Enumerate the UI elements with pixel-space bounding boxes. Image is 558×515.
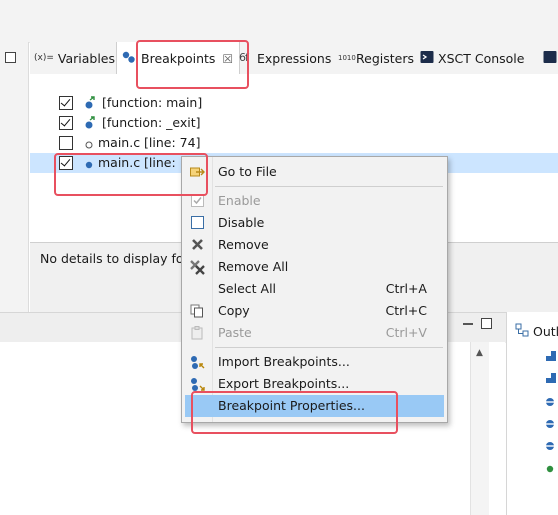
annotation-highlight-breakpoint-row xyxy=(54,153,208,196)
annotation-highlight-breakpoints-tab xyxy=(136,40,249,89)
minimize-icon[interactable] xyxy=(463,323,473,325)
menu-item-shortcut: Ctrl+C xyxy=(385,303,427,318)
breakpoints-icon xyxy=(121,50,137,67)
tab-xsct-console[interactable]: XSCT Console xyxy=(420,42,524,74)
import-icon xyxy=(190,355,205,369)
console-icon xyxy=(543,50,557,67)
menu-item-label: Export Breakpoints... xyxy=(218,376,350,391)
include-icon xyxy=(545,372,557,387)
context-menu: Go to File Enable Disable Remove Remove … xyxy=(181,156,448,423)
registers-icon: 1010 xyxy=(338,53,356,62)
maximize-icon[interactable] xyxy=(481,318,492,329)
breakpoint-label: [function: main] xyxy=(102,95,203,110)
tab-label: Expressions xyxy=(257,50,332,66)
menu-item-remove-all[interactable]: Remove All xyxy=(182,256,447,278)
menu-separator xyxy=(215,186,443,187)
variable-icon xyxy=(545,439,555,454)
menu-item-select-all[interactable]: Select All Ctrl+A xyxy=(182,278,447,300)
tab-expressions[interactable]: 6f Expressions xyxy=(239,42,331,74)
remove-all-icon xyxy=(190,260,205,275)
menu-item-shortcut: Ctrl+A xyxy=(385,281,427,296)
breakpoint-label: [function: _exit] xyxy=(102,115,201,130)
menu-item-label: Remove All xyxy=(218,259,289,274)
tab-label: Variables xyxy=(57,50,116,66)
outline-label: Outl xyxy=(533,324,558,339)
disabled-line-breakpoint-icon xyxy=(82,136,96,150)
menu-item-label: Import Breakpoints... xyxy=(218,354,350,369)
menu-item-go-to-file[interactable]: Go to File xyxy=(182,161,447,183)
scroll-up-icon[interactable]: ▲ xyxy=(476,348,483,358)
annotation-highlight-properties-item xyxy=(191,391,398,434)
menu-separator xyxy=(215,347,443,348)
list-item[interactable]: [function: main] xyxy=(30,93,558,113)
function-breakpoint-icon xyxy=(83,116,97,130)
disable-box-icon xyxy=(190,216,204,230)
console-icon xyxy=(420,50,434,67)
top-toolbar-strip xyxy=(0,0,558,43)
enabled-checkbox[interactable] xyxy=(59,96,73,110)
outline-tab[interactable]: Outl xyxy=(515,323,558,340)
menu-item-label: Paste xyxy=(218,325,252,340)
variable-icon xyxy=(545,417,555,432)
menu-item-shortcut: Ctrl+V xyxy=(385,325,427,340)
details-text: No details to display for xyxy=(40,251,189,266)
menu-item-remove[interactable]: Remove xyxy=(182,234,447,256)
outline-view: Outl xyxy=(506,312,558,515)
menu-item-enable[interactable]: Enable xyxy=(182,190,447,212)
remove-icon xyxy=(190,238,204,252)
tab-variables[interactable]: (x)= Variables xyxy=(34,42,115,74)
enabled-checkbox[interactable] xyxy=(59,136,73,150)
paste-icon xyxy=(190,326,204,340)
enable-check-icon xyxy=(190,194,204,208)
left-panel xyxy=(0,42,29,312)
list-item[interactable]: [function: _exit] xyxy=(30,113,558,133)
breakpoint-label: main.c [line: 74] xyxy=(98,135,201,150)
tab-registers[interactable]: 1010 Registers xyxy=(338,42,414,74)
menu-item-label: Enable xyxy=(218,193,261,208)
list-item[interactable]: main.c [line: 74] xyxy=(30,133,558,153)
tab-error-log[interactable]: Er xyxy=(543,42,558,74)
enabled-checkbox[interactable] xyxy=(59,116,73,130)
maximize-icon[interactable] xyxy=(5,52,16,63)
tab-label: Registers xyxy=(356,50,414,66)
menu-item-import-breakpoints[interactable]: Import Breakpoints... xyxy=(182,351,447,373)
menu-item-copy[interactable]: Copy Ctrl+C xyxy=(182,300,447,322)
include-icon xyxy=(545,350,557,365)
export-icon xyxy=(190,377,205,391)
tab-label: XSCT Console xyxy=(438,50,525,66)
outline-icon xyxy=(515,323,529,340)
variables-icon: (x)= xyxy=(34,53,54,63)
menu-item-label: Select All xyxy=(218,281,277,296)
menu-item-label: Copy xyxy=(218,303,250,318)
menu-item-label: Go to File xyxy=(218,164,277,179)
scrollbar[interactable]: ▲ xyxy=(470,342,489,515)
menu-item-label: Remove xyxy=(218,237,269,252)
copy-icon xyxy=(190,304,204,318)
menu-item-disable[interactable]: Disable xyxy=(182,212,447,234)
function-breakpoint-icon xyxy=(83,96,97,110)
function-icon xyxy=(546,461,554,476)
variable-icon xyxy=(545,395,555,410)
debug-views-tab-bar: (x)= Variables Breakpoints ☒ 6f Expressi… xyxy=(30,42,558,75)
menu-item-label: Disable xyxy=(218,215,265,230)
menu-item-paste[interactable]: Paste Ctrl+V xyxy=(182,322,447,344)
